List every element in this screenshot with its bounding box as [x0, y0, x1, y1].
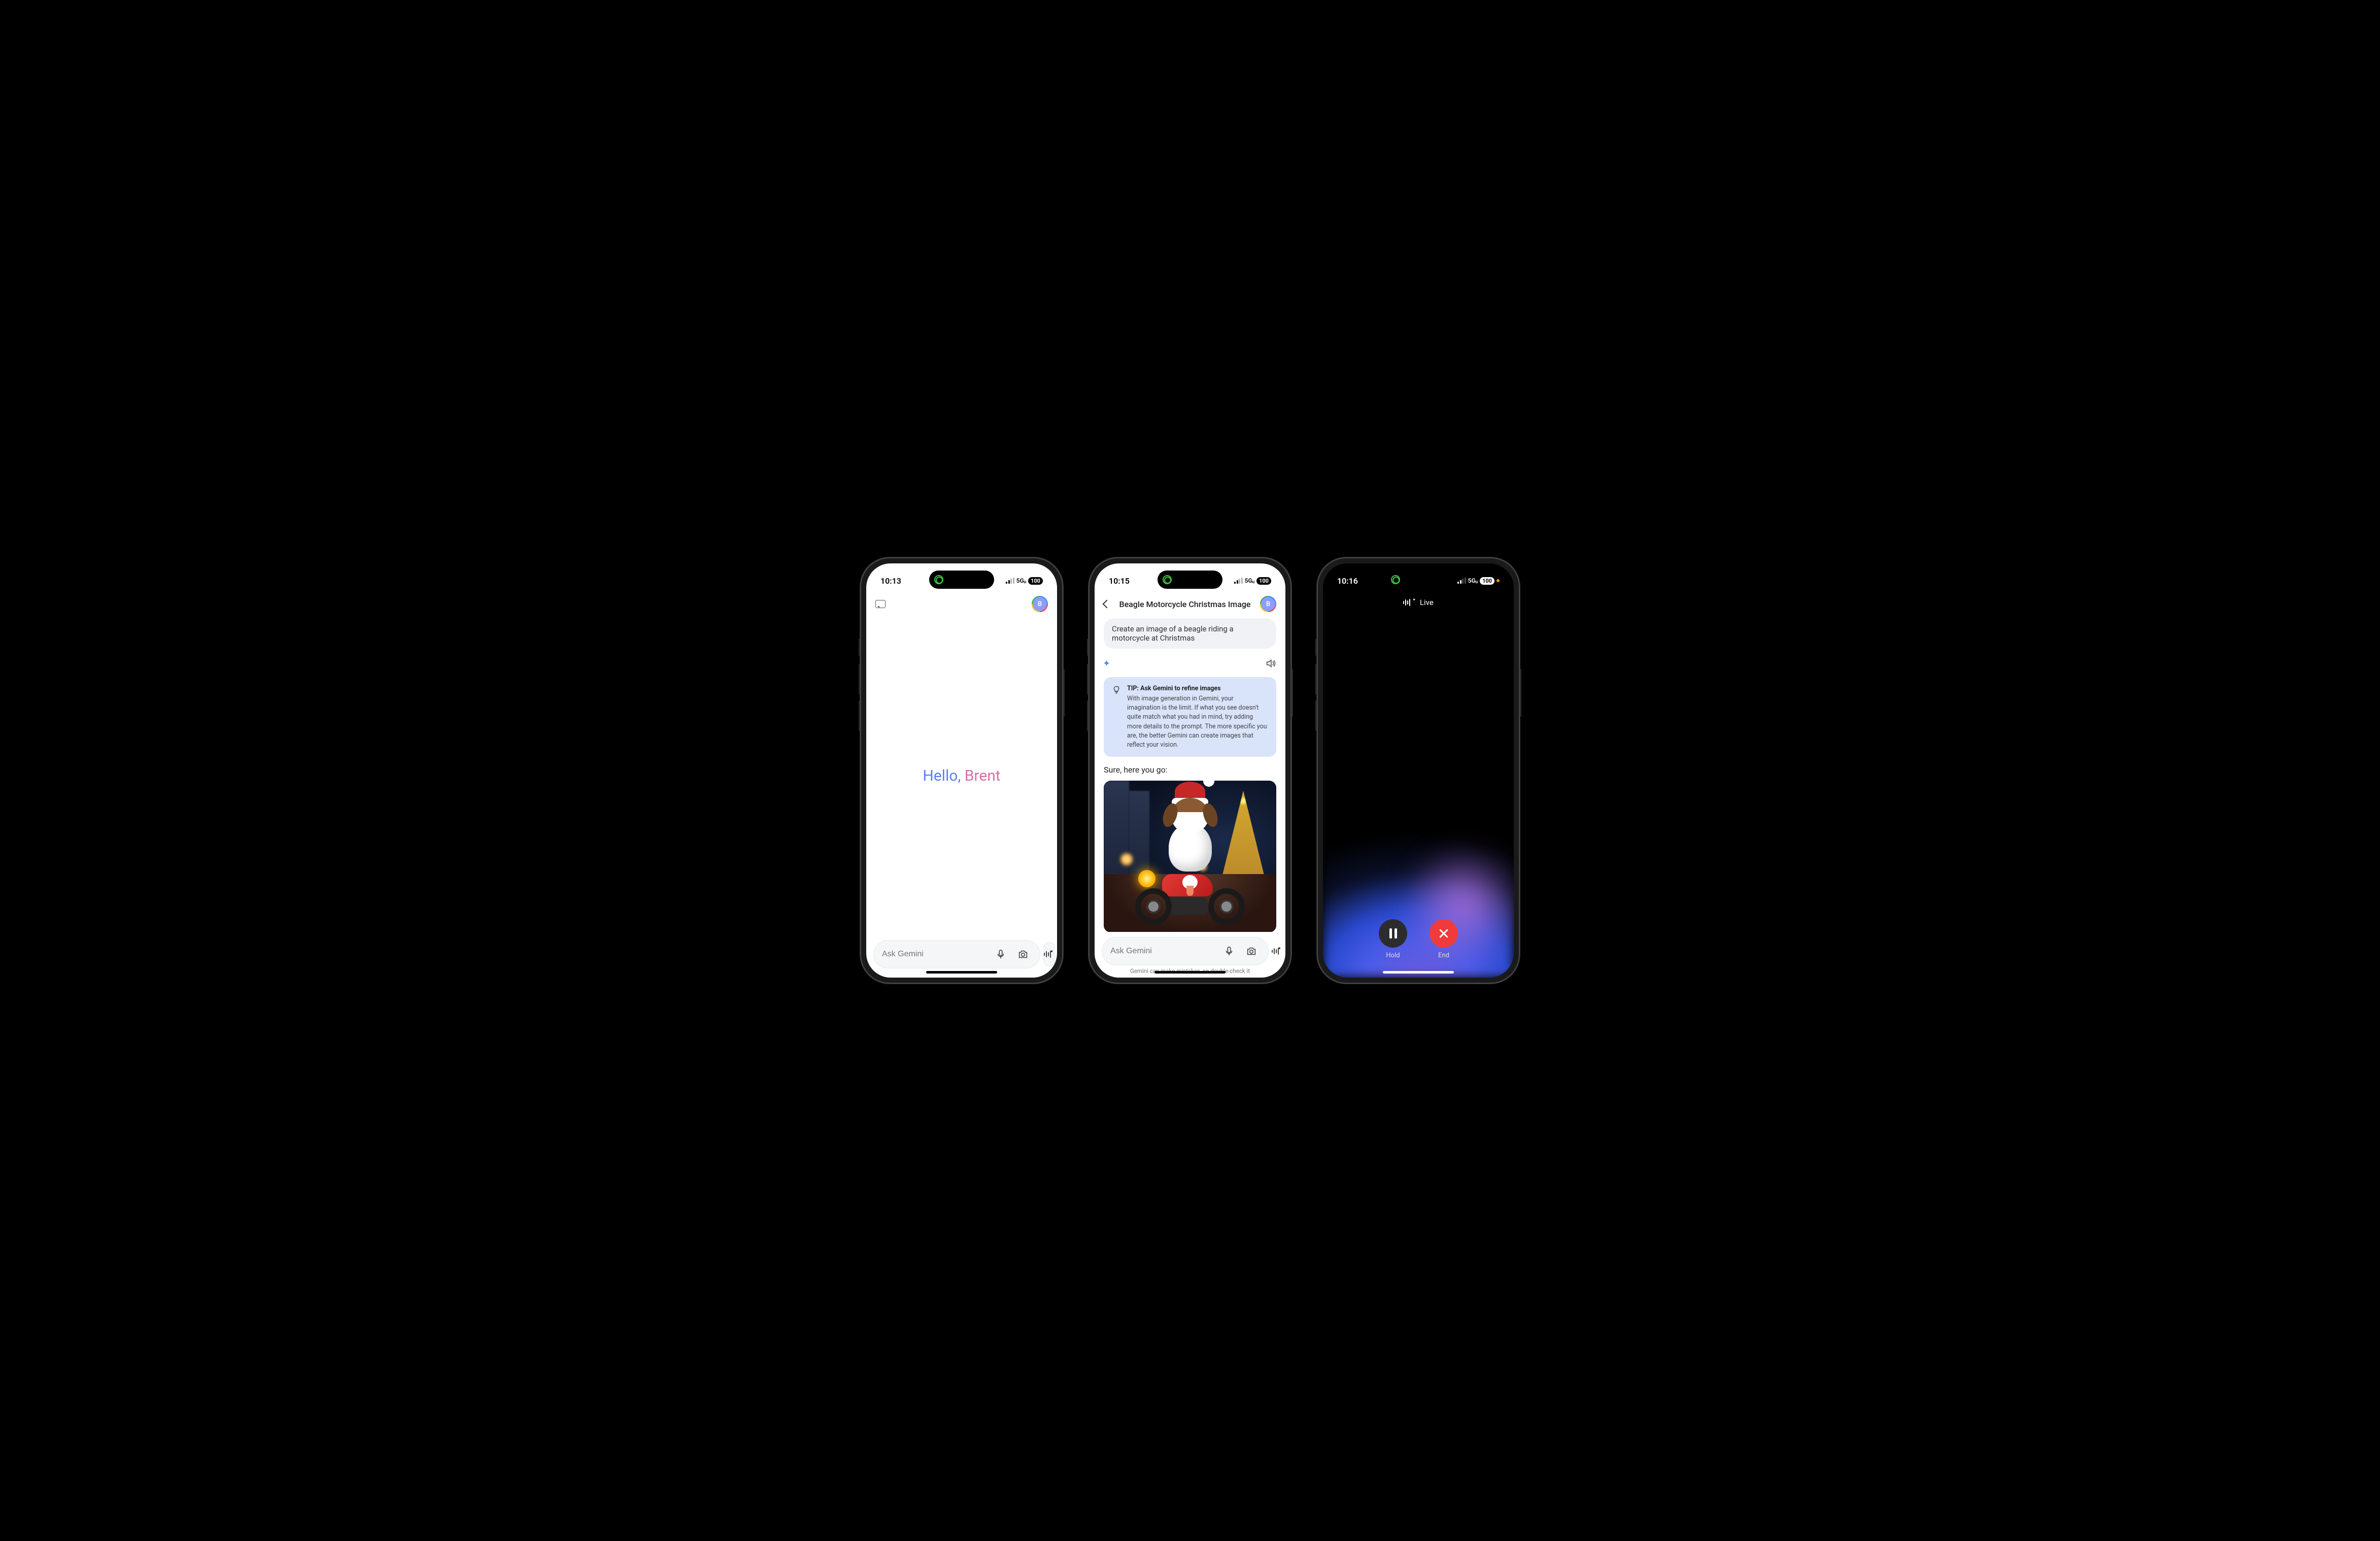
mic-in-use-indicator-icon: [1497, 579, 1500, 582]
dynamic-island: [1386, 571, 1451, 589]
status-right: 5Gᵤ 100: [1006, 577, 1043, 585]
camera-button[interactable]: [1014, 946, 1032, 963]
dynamic-island: [929, 571, 994, 589]
mic-button[interactable]: [1220, 943, 1238, 960]
live-header: ✦ Live: [1323, 598, 1514, 607]
mic-icon: [1223, 946, 1235, 957]
activity-indicator-icon: [934, 575, 943, 584]
screen-live: 10:16 5Gᵤ 100 ✦ Live Hold: [1323, 563, 1514, 978]
status-right: 5Gᵤ 100: [1457, 577, 1500, 585]
status-time: 10:15: [1109, 576, 1130, 586]
live-title-text: Live: [1420, 598, 1434, 607]
response-text: Sure, here you go:: [1104, 765, 1276, 775]
live-waveform-icon: [1403, 599, 1410, 606]
battery-indicator: 100: [1480, 577, 1494, 585]
cellular-signal-icon: [1234, 578, 1243, 584]
screen-home: 10:13 5Gᵤ 100 B Hello, Brent: [866, 563, 1057, 978]
cellular-signal-icon: [1006, 578, 1014, 584]
home-indicator[interactable]: [1154, 971, 1226, 974]
greeting-text: Hello, Brent: [923, 767, 1000, 785]
battery-indicator: 100: [1028, 577, 1043, 585]
greeting-hello: Hello,: [923, 767, 964, 785]
prompt-input[interactable]: [1110, 947, 1215, 956]
end-button[interactable]: [1430, 919, 1458, 948]
end-label: End: [1438, 952, 1449, 959]
greeting-name: Brent: [965, 767, 1001, 785]
activity-indicator-icon: [1163, 575, 1172, 584]
home-indicator[interactable]: [1383, 971, 1454, 974]
mic-button[interactable]: [992, 946, 1009, 963]
user-message: Create an image of a beagle riding a mot…: [1104, 618, 1276, 649]
hold-label: Hold: [1386, 952, 1400, 959]
pause-icon: [1389, 928, 1397, 939]
hold-button[interactable]: [1379, 919, 1407, 948]
speaker-icon: [1265, 658, 1276, 669]
live-button[interactable]: ✦: [1043, 942, 1055, 966]
lightbulb-icon: [1112, 685, 1121, 694]
status-time: 10:13: [880, 576, 901, 586]
gemini-sparkle-icon: [1104, 660, 1112, 668]
live-controls: Hold End: [1323, 919, 1514, 959]
prompt-input-bar[interactable]: [873, 940, 1040, 968]
activity-indicator-icon: [1391, 575, 1400, 584]
conversation-header: Beagle Motorcycle Christmas Image B: [1095, 592, 1285, 616]
battery-indicator: 100: [1256, 577, 1271, 585]
chats-icon[interactable]: [875, 600, 886, 608]
profile-avatar[interactable]: B: [1260, 596, 1276, 612]
status-time: 10:16: [1337, 576, 1358, 586]
conversation-scroll[interactable]: Create an image of a beagle riding a mot…: [1095, 616, 1285, 932]
phone-2: 10:15 5Gᵤ 100 Beagle Motorcycle Christma…: [1089, 557, 1291, 984]
response-header: [1104, 656, 1276, 677]
screen-conversation: 10:15 5Gᵤ 100 Beagle Motorcycle Christma…: [1095, 563, 1285, 978]
mic-icon: [995, 949, 1006, 960]
avatar-initial: B: [1266, 600, 1270, 608]
conversation-title: Beagle Motorcycle Christmas Image: [1110, 599, 1260, 609]
phone-3: 10:16 5Gᵤ 100 ✦ Live Hold: [1317, 557, 1520, 984]
dynamic-island: [1158, 571, 1222, 589]
prompt-input-bar[interactable]: [1102, 937, 1269, 965]
cellular-signal-icon: [1457, 578, 1466, 584]
tip-body: With image generation in Gemini, your im…: [1127, 695, 1267, 749]
network-label: 5Gᵤ: [1245, 577, 1254, 584]
network-label: 5Gᵤ: [1468, 577, 1478, 584]
read-aloud-button[interactable]: [1265, 658, 1276, 671]
avatar-initial: B: [1038, 600, 1042, 608]
tip-title: TIP: Ask Gemini to refine images: [1127, 684, 1268, 693]
camera-icon: [1017, 949, 1029, 960]
tip-card: TIP: Ask Gemini to refine images With im…: [1104, 677, 1276, 757]
beagle-graphic: [1160, 823, 1220, 872]
profile-avatar[interactable]: B: [1032, 596, 1048, 612]
camera-icon: [1246, 946, 1257, 957]
status-right: 5Gᵤ 100: [1234, 577, 1271, 585]
close-icon: [1438, 928, 1449, 939]
phone-1: 10:13 5Gᵤ 100 B Hello, Brent: [860, 557, 1063, 984]
generated-image[interactable]: [1104, 781, 1276, 932]
camera-button[interactable]: [1243, 943, 1260, 960]
app-header: B: [866, 592, 1057, 616]
prompt-input[interactable]: [882, 950, 987, 959]
live-button[interactable]: ✦: [1272, 939, 1282, 963]
home-indicator[interactable]: [926, 971, 997, 974]
network-label: 5Gᵤ: [1016, 577, 1026, 584]
